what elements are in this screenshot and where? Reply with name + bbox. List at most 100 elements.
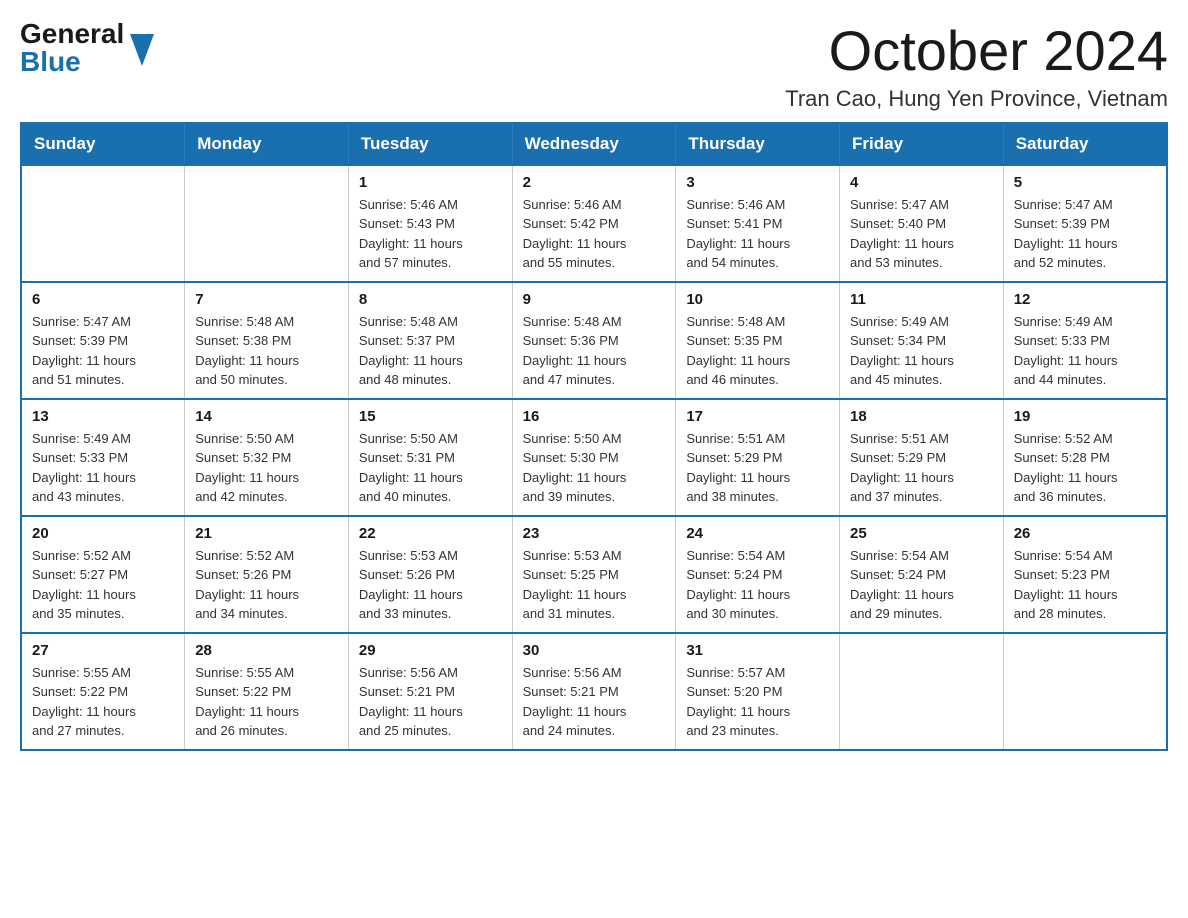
calendar-cell: 27Sunrise: 5:55 AM Sunset: 5:22 PM Dayli… — [21, 633, 185, 750]
header-day-sunday: Sunday — [21, 123, 185, 165]
day-number: 17 — [686, 408, 829, 425]
calendar-cell: 3Sunrise: 5:46 AM Sunset: 5:41 PM Daylig… — [676, 165, 840, 282]
calendar-cell: 6 Sunrise: 5:47 AM Sunset: 5:39 PM Daylig… — [21, 282, 185, 399]
calendar-table: SundayMondayTuesdayWednesdayThursdayFrid… — [20, 122, 1168, 751]
header-day-thursday: Thursday — [676, 123, 840, 165]
calendar-cell: 9 Sunrise: 5:48 AM Sunset: 5:36 PM Daylig… — [512, 282, 676, 399]
calendar-cell: 26 Sunrise: 5:54 AM Sunset: 5:23 PM Dayli… — [1003, 516, 1167, 633]
day-number: 30 — [523, 642, 666, 659]
day-number: 10 — [686, 291, 829, 308]
day-info: Sunrise: 5:56 AM Sunset: 5:21 PM Dayligh… — [359, 663, 502, 741]
day-info: Sunrise: 5:47 AM Sunset: 5:39 PM Dayligh… — [32, 312, 174, 390]
calendar-cell — [21, 165, 185, 282]
day-number: 5 — [1014, 174, 1156, 191]
day-info: Sunrise: 5:46 AM Sunset: 5:42 PM Dayligh… — [523, 195, 666, 273]
day-info: Sunrise: 5:48 AM Sunset: 5:37 PM Dayligh… — [359, 312, 502, 390]
day-info: Sunrise: 5:56 AM Sunset: 5:21 PM Dayligh… — [523, 663, 666, 741]
day-info: Sunrise: 5:49 AM Sunset: 5:33 PM Dayligh… — [1014, 312, 1156, 390]
logo-text: General Blue — [20, 20, 124, 76]
week-row-2: 6 Sunrise: 5:47 AM Sunset: 5:39 PM Daylig… — [21, 282, 1167, 399]
day-info: Sunrise: 5:54 AM Sunset: 5:24 PM Dayligh… — [850, 546, 993, 624]
day-info: Sunrise: 5:52 AM Sunset: 5:27 PM Dayligh… — [32, 546, 174, 624]
calendar-cell: 31 Sunrise: 5:57 AM Sunset: 5:20 PM Dayli… — [676, 633, 840, 750]
day-number: 28 — [195, 642, 338, 659]
calendar-cell — [840, 633, 1004, 750]
day-number: 1 — [359, 174, 502, 191]
header-day-friday: Friday — [840, 123, 1004, 165]
week-row-5: 27Sunrise: 5:55 AM Sunset: 5:22 PM Dayli… — [21, 633, 1167, 750]
day-info: Sunrise: 5:48 AM Sunset: 5:38 PM Dayligh… — [195, 312, 338, 390]
day-info: Sunrise: 5:55 AM Sunset: 5:22 PM Dayligh… — [32, 663, 174, 741]
day-info: Sunrise: 5:54 AM Sunset: 5:23 PM Dayligh… — [1014, 546, 1156, 624]
day-number: 20 — [32, 525, 174, 542]
calendar-cell: 18Sunrise: 5:51 AM Sunset: 5:29 PM Dayli… — [840, 399, 1004, 516]
logo-blue: Blue — [20, 48, 124, 76]
calendar-cell: 10Sunrise: 5:48 AM Sunset: 5:35 PM Dayli… — [676, 282, 840, 399]
calendar-body: 1Sunrise: 5:46 AM Sunset: 5:43 PM Daylig… — [21, 165, 1167, 750]
title-area: October 2024 Tran Cao, Hung Yen Province… — [785, 20, 1168, 112]
day-number: 29 — [359, 642, 502, 659]
day-info: Sunrise: 5:50 AM Sunset: 5:32 PM Dayligh… — [195, 429, 338, 507]
header-day-wednesday: Wednesday — [512, 123, 676, 165]
calendar-cell: 14Sunrise: 5:50 AM Sunset: 5:32 PM Dayli… — [185, 399, 349, 516]
calendar-cell: 30 Sunrise: 5:56 AM Sunset: 5:21 PM Dayli… — [512, 633, 676, 750]
logo-general: General — [20, 20, 124, 48]
calendar-cell: 25 Sunrise: 5:54 AM Sunset: 5:24 PM Dayli… — [840, 516, 1004, 633]
day-info: Sunrise: 5:50 AM Sunset: 5:31 PM Dayligh… — [359, 429, 502, 507]
day-number: 23 — [523, 525, 666, 542]
day-number: 8 — [359, 291, 502, 308]
calendar-cell: 12 Sunrise: 5:49 AM Sunset: 5:33 PM Dayli… — [1003, 282, 1167, 399]
day-info: Sunrise: 5:53 AM Sunset: 5:25 PM Dayligh… — [523, 546, 666, 624]
day-number: 21 — [195, 525, 338, 542]
calendar-cell: 15Sunrise: 5:50 AM Sunset: 5:31 PM Dayli… — [348, 399, 512, 516]
calendar-cell: 8 Sunrise: 5:48 AM Sunset: 5:37 PM Daylig… — [348, 282, 512, 399]
header-day-saturday: Saturday — [1003, 123, 1167, 165]
logo: General Blue — [20, 20, 154, 76]
day-info: Sunrise: 5:51 AM Sunset: 5:29 PM Dayligh… — [686, 429, 829, 507]
day-info: Sunrise: 5:52 AM Sunset: 5:26 PM Dayligh… — [195, 546, 338, 624]
week-row-4: 20 Sunrise: 5:52 AM Sunset: 5:27 PM Dayli… — [21, 516, 1167, 633]
calendar-cell: 19 Sunrise: 5:52 AM Sunset: 5:28 PM Dayli… — [1003, 399, 1167, 516]
logo-icon — [130, 34, 154, 66]
day-number: 24 — [686, 525, 829, 542]
day-info: Sunrise: 5:53 AM Sunset: 5:26 PM Dayligh… — [359, 546, 502, 624]
calendar-cell: 13Sunrise: 5:49 AM Sunset: 5:33 PM Dayli… — [21, 399, 185, 516]
day-info: Sunrise: 5:52 AM Sunset: 5:28 PM Dayligh… — [1014, 429, 1156, 507]
day-number: 31 — [686, 642, 829, 659]
day-info: Sunrise: 5:55 AM Sunset: 5:22 PM Dayligh… — [195, 663, 338, 741]
main-title: October 2024 — [785, 20, 1168, 82]
calendar-cell: 28 Sunrise: 5:55 AM Sunset: 5:22 PM Dayli… — [185, 633, 349, 750]
calendar-cell: 5 Sunrise: 5:47 AM Sunset: 5:39 PM Daylig… — [1003, 165, 1167, 282]
header-row: SundayMondayTuesdayWednesdayThursdayFrid… — [21, 123, 1167, 165]
day-info: Sunrise: 5:50 AM Sunset: 5:30 PM Dayligh… — [523, 429, 666, 507]
day-number: 19 — [1014, 408, 1156, 425]
calendar-cell — [1003, 633, 1167, 750]
day-info: Sunrise: 5:57 AM Sunset: 5:20 PM Dayligh… — [686, 663, 829, 741]
calendar-cell: 17 Sunrise: 5:51 AM Sunset: 5:29 PM Dayli… — [676, 399, 840, 516]
day-number: 12 — [1014, 291, 1156, 308]
day-number: 6 — [32, 291, 174, 308]
day-number: 9 — [523, 291, 666, 308]
week-row-3: 13Sunrise: 5:49 AM Sunset: 5:33 PM Dayli… — [21, 399, 1167, 516]
calendar-header: SundayMondayTuesdayWednesdayThursdayFrid… — [21, 123, 1167, 165]
day-number: 2 — [523, 174, 666, 191]
day-info: Sunrise: 5:49 AM Sunset: 5:34 PM Dayligh… — [850, 312, 993, 390]
day-number: 25 — [850, 525, 993, 542]
day-info: Sunrise: 5:46 AM Sunset: 5:41 PM Dayligh… — [686, 195, 829, 273]
header-day-monday: Monday — [185, 123, 349, 165]
week-row-1: 1Sunrise: 5:46 AM Sunset: 5:43 PM Daylig… — [21, 165, 1167, 282]
day-info: Sunrise: 5:54 AM Sunset: 5:24 PM Dayligh… — [686, 546, 829, 624]
calendar-cell: 24 Sunrise: 5:54 AM Sunset: 5:24 PM Dayli… — [676, 516, 840, 633]
day-number: 26 — [1014, 525, 1156, 542]
calendar-cell: 23 Sunrise: 5:53 AM Sunset: 5:25 PM Dayli… — [512, 516, 676, 633]
day-info: Sunrise: 5:48 AM Sunset: 5:36 PM Dayligh… — [523, 312, 666, 390]
header: General Blue October 2024 Tran Cao, Hung… — [20, 20, 1168, 112]
calendar-cell: 21 Sunrise: 5:52 AM Sunset: 5:26 PM Dayli… — [185, 516, 349, 633]
day-info: Sunrise: 5:49 AM Sunset: 5:33 PM Dayligh… — [32, 429, 174, 507]
day-number: 4 — [850, 174, 993, 191]
calendar-cell: 20 Sunrise: 5:52 AM Sunset: 5:27 PM Dayli… — [21, 516, 185, 633]
header-day-tuesday: Tuesday — [348, 123, 512, 165]
day-info: Sunrise: 5:47 AM Sunset: 5:39 PM Dayligh… — [1014, 195, 1156, 273]
day-info: Sunrise: 5:51 AM Sunset: 5:29 PM Dayligh… — [850, 429, 993, 507]
calendar-cell: 29 Sunrise: 5:56 AM Sunset: 5:21 PM Dayli… — [348, 633, 512, 750]
